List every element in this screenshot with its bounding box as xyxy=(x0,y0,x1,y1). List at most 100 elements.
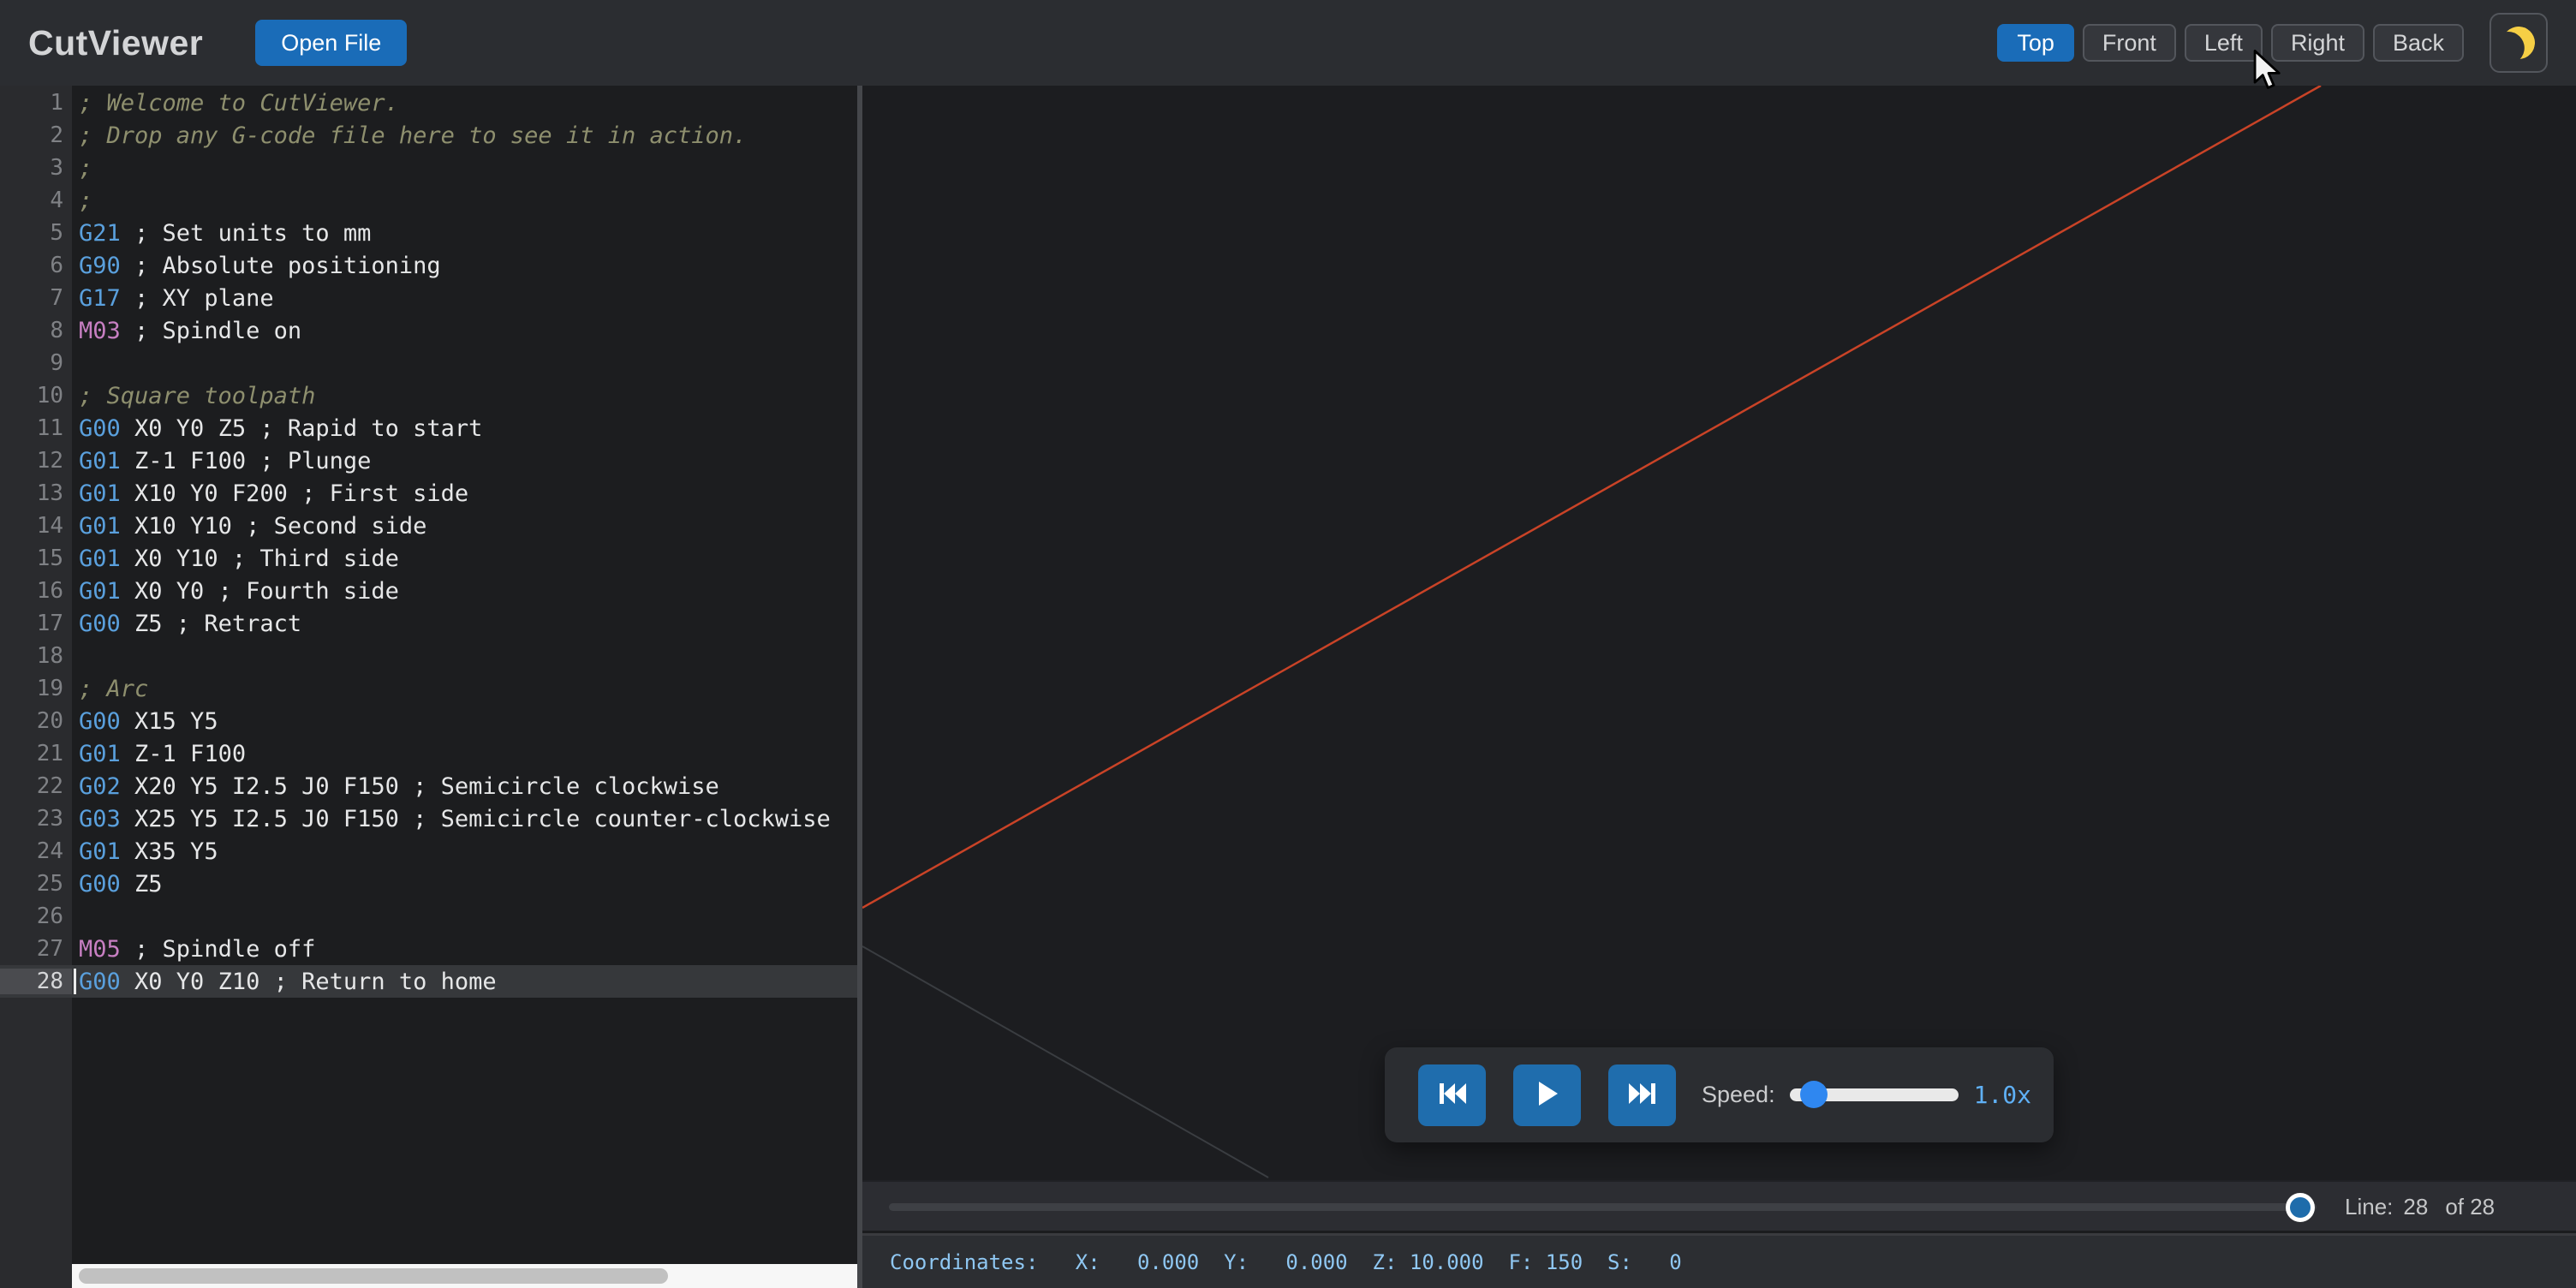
code-line[interactable]: 21G01 Z-1 F100 xyxy=(0,737,857,770)
gcode-editor[interactable]: 1; Welcome to CutViewer.2; Drop any G-co… xyxy=(0,86,857,1288)
play-button[interactable] xyxy=(1513,1064,1581,1126)
code-text: ; Arc xyxy=(72,676,148,702)
horizontal-scrollbar-thumb[interactable] xyxy=(79,1268,668,1284)
line-number: 4 xyxy=(0,188,72,213)
code-line[interactable]: 6G90 ; Absolute positioning xyxy=(0,249,857,282)
skip-to-end-icon xyxy=(1628,1082,1657,1108)
speed-slider[interactable] xyxy=(1790,1088,1959,1101)
view-button-group: Top Front Left Right Back xyxy=(1997,24,2464,62)
line-number: 1 xyxy=(0,90,72,116)
line-number: 22 xyxy=(0,773,72,799)
code-line[interactable]: 25G00 Z5 xyxy=(0,868,857,900)
code-line[interactable]: 27M05 ; Spindle off xyxy=(0,933,857,965)
line-number: 2 xyxy=(0,122,72,148)
code-text: G01 X10 Y0 F200 ; First side xyxy=(72,480,468,507)
code-line[interactable]: 18 xyxy=(0,640,857,672)
code-line[interactable]: 5G21 ; Set units to mm xyxy=(0,217,857,249)
speed-label: Speed: xyxy=(1702,1082,1775,1108)
line-progress-thumb[interactable] xyxy=(2286,1193,2315,1222)
view-button-left[interactable]: Left xyxy=(2185,24,2263,62)
skip-to-start-icon xyxy=(1438,1082,1467,1108)
code-line[interactable]: 8M03 ; Spindle on xyxy=(0,314,857,347)
code-text: ; xyxy=(72,155,92,182)
line-number: 25 xyxy=(0,871,72,897)
line-number: 7 xyxy=(0,285,72,311)
view-button-back[interactable]: Back xyxy=(2373,24,2464,62)
code-line[interactable]: 26 xyxy=(0,900,857,933)
line-indicator: Line: 28 of 28 xyxy=(2345,1182,2495,1232)
code-text: ; xyxy=(72,188,92,214)
code-text: G01 X35 Y5 xyxy=(72,838,218,865)
code-text: G21 ; Set units to mm xyxy=(72,220,371,247)
speed-value: 1.0x xyxy=(1974,1081,2031,1109)
code-text: G02 X20 Y5 I2.5 J0 F150 ; Semicircle clo… xyxy=(72,773,719,800)
view-button-right[interactable]: Right xyxy=(2271,24,2364,62)
code-line[interactable]: 16G01 X0 Y0 ; Fourth side xyxy=(0,575,857,607)
timeline-bar: Line: 28 of 28 xyxy=(862,1180,2576,1231)
line-number: 18 xyxy=(0,643,72,669)
play-icon xyxy=(1535,1081,1559,1109)
code-line[interactable]: 20G00 X15 Y5 xyxy=(0,705,857,737)
line-number: 16 xyxy=(0,578,72,604)
code-line[interactable]: 1; Welcome to CutViewer. xyxy=(0,86,857,119)
line-number: 6 xyxy=(0,253,72,278)
code-line[interactable]: 10; Square toolpath xyxy=(0,379,857,412)
line-number: 23 xyxy=(0,806,72,832)
line-number: 28 xyxy=(0,969,72,994)
moon-icon xyxy=(2500,24,2537,62)
code-line[interactable]: 28G00 X0 Y0 Z10 ; Return to home xyxy=(0,965,857,998)
speed-slider-thumb[interactable] xyxy=(1800,1081,1828,1108)
code-text: G01 Z-1 F100 xyxy=(72,741,246,767)
code-line[interactable]: 23G03 X25 Y5 I2.5 J0 F150 ; Semicircle c… xyxy=(0,802,857,835)
line-number: 26 xyxy=(0,903,72,929)
line-number: 21 xyxy=(0,741,72,766)
code-line[interactable]: 17G00 Z5 ; Retract xyxy=(0,607,857,640)
line-number: 24 xyxy=(0,838,72,864)
line-number: 15 xyxy=(0,546,72,571)
line-number: 17 xyxy=(0,611,72,636)
view-button-front[interactable]: Front xyxy=(2083,24,2176,62)
code-text: ; Drop any G-code file here to see it in… xyxy=(72,122,747,149)
skip-to-start-button[interactable] xyxy=(1418,1064,1486,1126)
coordinates-readout: Coordinates: X: 0.000 Y: 0.000 Z: 10.000… xyxy=(890,1236,1682,1288)
line-progress-slider[interactable] xyxy=(889,1203,2317,1211)
line-number: 12 xyxy=(0,448,72,474)
code-line[interactable]: 14G01 X10 Y10 ; Second side xyxy=(0,510,857,542)
code-line[interactable]: 7G17 ; XY plane xyxy=(0,282,857,314)
line-number: 5 xyxy=(0,220,72,246)
code-line[interactable]: 12G01 Z-1 F100 ; Plunge xyxy=(0,444,857,477)
code-text: G01 X10 Y10 ; Second side xyxy=(72,513,426,540)
code-line[interactable]: 4; xyxy=(0,184,857,217)
line-number: 27 xyxy=(0,936,72,962)
code-text: G01 Z-1 F100 ; Plunge xyxy=(72,448,371,474)
code-text: G00 X0 Y0 Z5 ; Rapid to start xyxy=(72,415,482,442)
text-caret xyxy=(74,969,76,994)
line-number: 9 xyxy=(0,350,72,376)
theme-toggle-button[interactable] xyxy=(2490,13,2548,73)
code-line[interactable]: 22G02 X20 Y5 I2.5 J0 F150 ; Semicircle c… xyxy=(0,770,857,802)
line-label: Line: xyxy=(2345,1194,2393,1220)
code-line[interactable]: 2; Drop any G-code file here to see it i… xyxy=(0,119,857,152)
line-number: 14 xyxy=(0,513,72,539)
toolpath-viewport[interactable] xyxy=(862,86,2576,1180)
code-text: G01 X0 Y10 ; Third side xyxy=(72,546,399,572)
skip-to-end-button[interactable] xyxy=(1608,1064,1676,1126)
status-bar: Coordinates: X: 0.000 Y: 0.000 Z: 10.000… xyxy=(862,1233,2576,1288)
code-line[interactable]: 3; xyxy=(0,152,857,184)
axis-faint-line xyxy=(862,946,1268,1178)
editor-horizontal-scrollbar[interactable] xyxy=(72,1264,857,1288)
code-line[interactable]: 11G00 X0 Y0 Z5 ; Rapid to start xyxy=(0,412,857,444)
code-line[interactable]: 19; Arc xyxy=(0,672,857,705)
line-number: 10 xyxy=(0,383,72,408)
code-text: G90 ; Absolute positioning xyxy=(72,253,441,279)
code-line[interactable]: 9 xyxy=(0,347,857,379)
code-line[interactable]: 24G01 X35 Y5 xyxy=(0,835,857,868)
code-line[interactable]: 13G01 X10 Y0 F200 ; First side xyxy=(0,477,857,510)
open-file-button[interactable]: Open File xyxy=(255,20,407,66)
view-button-top[interactable]: Top xyxy=(1997,24,2074,62)
line-current-value[interactable]: 28 xyxy=(2403,1194,2428,1220)
code-text: G00 X15 Y5 xyxy=(72,708,218,735)
code-text: G00 Z5 xyxy=(72,871,163,897)
line-number: 3 xyxy=(0,155,72,181)
code-line[interactable]: 15G01 X0 Y10 ; Third side xyxy=(0,542,857,575)
